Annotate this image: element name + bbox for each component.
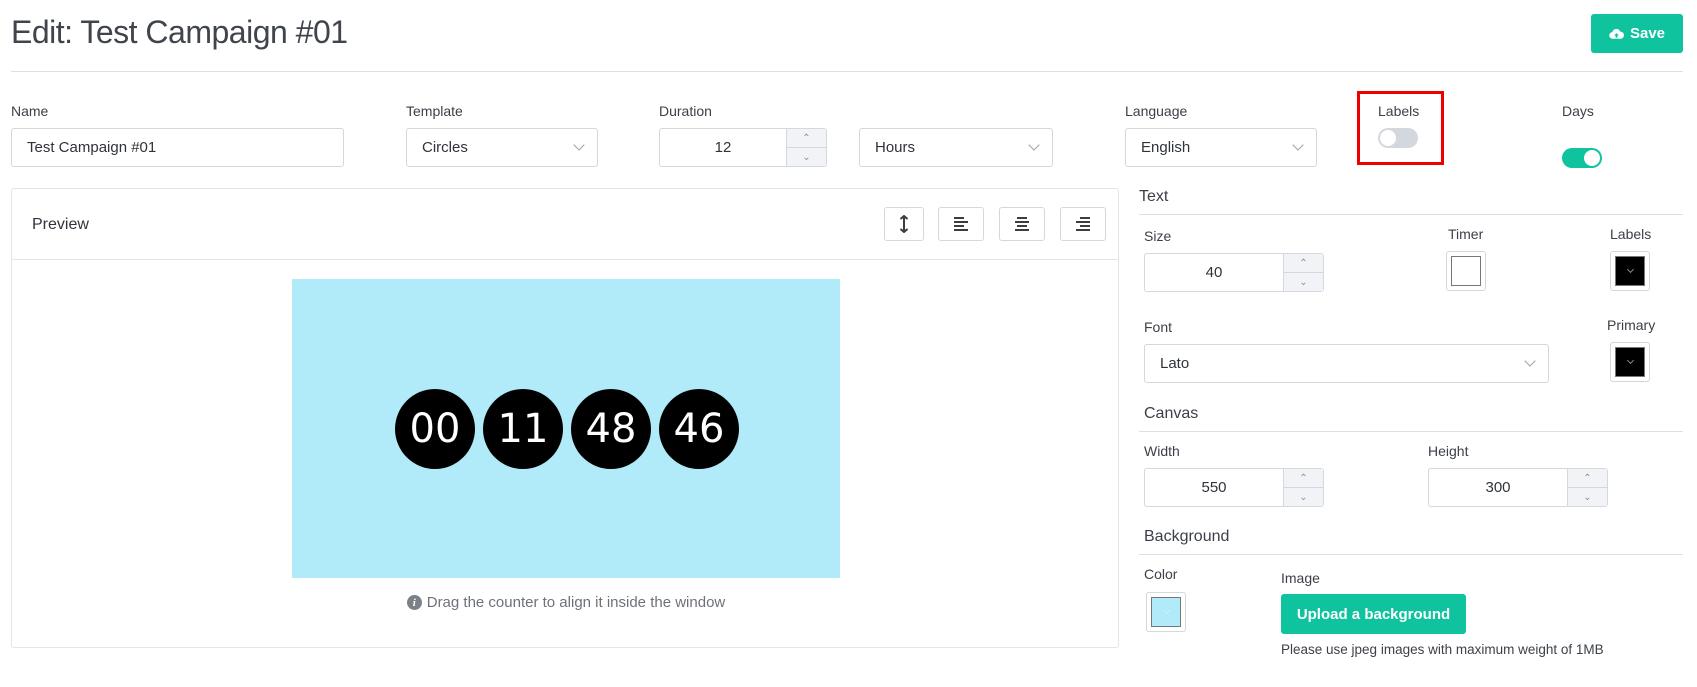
labels-color-label: Labels	[1610, 226, 1652, 242]
duration-input[interactable]: 12 ⌃ ⌄	[659, 128, 827, 167]
primary-color-label: Primary	[1607, 317, 1656, 333]
size-label: Size	[1144, 228, 1172, 244]
info-icon: i	[406, 595, 422, 610]
increment-button[interactable]: ⌃	[787, 129, 826, 148]
bg-color-picker[interactable]	[1146, 592, 1186, 632]
align-center-icon	[1015, 217, 1029, 231]
primary-color-picker[interactable]	[1610, 342, 1650, 382]
chevron-down-icon	[1524, 355, 1536, 367]
width-input[interactable]: 550 ⌃ ⌄	[1144, 468, 1324, 507]
duration-unit-select[interactable]: Hours	[859, 128, 1053, 167]
duration-value: 12	[714, 139, 732, 156]
name-label: Name	[11, 103, 49, 119]
decrement-button[interactable]: ⌄	[787, 148, 826, 166]
height-value: 300	[1485, 479, 1511, 496]
font-select[interactable]: Lato	[1144, 344, 1549, 383]
days-toggle[interactable]	[1562, 148, 1602, 168]
counter-days[interactable]: 00	[395, 389, 475, 469]
bg-color-label: Color	[1144, 566, 1178, 582]
save-label: Save	[1629, 25, 1666, 42]
template-value: Circles	[422, 139, 468, 156]
chevron-down-icon	[1626, 356, 1634, 365]
height-input[interactable]: 300 ⌃ ⌄	[1428, 468, 1608, 507]
align-center-button[interactable]	[999, 207, 1045, 241]
drag-hint: i Drag the counter to align it inside th…	[292, 594, 840, 611]
name-value: Test Campaign #01	[27, 139, 157, 156]
save-button[interactable]: Save	[1591, 14, 1683, 53]
chevron-down-icon	[1162, 606, 1170, 615]
chevron-down-icon	[1292, 139, 1304, 151]
font-label: Font	[1144, 319, 1173, 335]
text-section-title: Text	[1139, 188, 1169, 205]
header-divider	[11, 71, 1683, 72]
size-input[interactable]: 40 ⌃ ⌄	[1144, 253, 1324, 292]
increment-button[interactable]: ⌃	[1568, 469, 1607, 488]
preview-canvas[interactable]: 00 11 48 46	[292, 279, 840, 578]
counter-minutes[interactable]: 48	[571, 389, 651, 469]
background-section-title: Background	[1144, 528, 1230, 545]
counter-seconds[interactable]: 46	[659, 389, 739, 469]
decrement-button[interactable]: ⌄	[1284, 273, 1323, 291]
text-divider	[1139, 214, 1683, 215]
size-value: 40	[1205, 264, 1223, 281]
labels-color-picker[interactable]	[1610, 251, 1650, 291]
duration-label: Duration	[659, 103, 712, 119]
decrement-button[interactable]: ⌄	[1568, 488, 1607, 506]
chevron-down-icon	[1626, 265, 1634, 274]
timer-color-picker[interactable]	[1446, 251, 1486, 291]
chevron-down-icon	[573, 139, 585, 151]
align-left-button[interactable]	[938, 207, 984, 241]
chevron-down-icon	[1028, 139, 1040, 151]
timer-color-label: Timer	[1448, 226, 1484, 242]
drag-hint-text: Drag the counter to align it inside the …	[426, 594, 726, 611]
name-input[interactable]: Test Campaign #01	[11, 128, 344, 167]
upload-background-button[interactable]: Upload a background	[1281, 594, 1466, 634]
language-label: Language	[1125, 103, 1188, 119]
width-value: 550	[1201, 479, 1227, 496]
language-value: English	[1141, 139, 1191, 156]
bg-image-label: Image	[1281, 570, 1320, 586]
background-divider	[1139, 554, 1683, 555]
increment-button[interactable]: ⌃	[1284, 469, 1323, 488]
align-right-button[interactable]	[1060, 207, 1106, 241]
cloud-upload-icon	[1609, 28, 1624, 39]
vertical-align-icon	[899, 215, 909, 233]
page-title: Edit: Test Campaign #01	[11, 14, 348, 50]
font-value: Lato	[1160, 355, 1190, 372]
decrement-button[interactable]: ⌄	[1284, 488, 1323, 506]
duration-unit-value: Hours	[875, 139, 916, 156]
highlight-box	[1357, 91, 1444, 165]
vertical-center-button[interactable]	[884, 207, 924, 241]
height-label: Height	[1428, 443, 1469, 459]
upload-hint: Please use jpeg images with maximum weig…	[1281, 642, 1604, 657]
canvas-section-title: Canvas	[1144, 405, 1199, 422]
counter-hours[interactable]: 11	[483, 389, 563, 469]
language-select[interactable]: English	[1125, 128, 1317, 167]
align-right-icon	[1076, 217, 1090, 231]
template-select[interactable]: Circles	[406, 128, 598, 167]
days-toggle-label: Days	[1562, 103, 1594, 119]
align-left-icon	[954, 217, 968, 231]
increment-button[interactable]: ⌃	[1284, 254, 1323, 273]
width-label: Width	[1144, 443, 1180, 459]
canvas-divider	[1139, 431, 1683, 432]
preview-title: Preview	[32, 216, 89, 233]
template-label: Template	[406, 103, 463, 119]
